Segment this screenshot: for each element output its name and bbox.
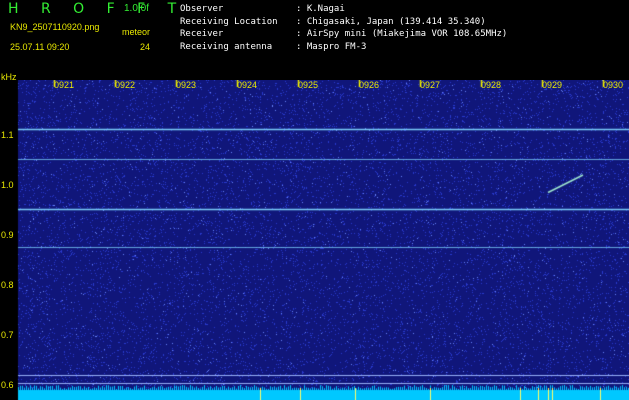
- time-label-0929: 0929: [541, 80, 563, 90]
- time-label-0923: 0923: [175, 80, 197, 90]
- freq-label-0.6: 0.6: [1, 380, 14, 390]
- freq-label-0.9: 0.9: [1, 230, 14, 240]
- file-name: KN9_2507110920.png: [10, 22, 100, 32]
- time-label-0926: 0926: [358, 80, 380, 90]
- time-label-0927: 0927: [419, 80, 441, 90]
- info-row-antenna: Receiving antenna: Maspro FM-3: [180, 41, 367, 52]
- timestamp-label: 25.07.11 09:20: [10, 42, 70, 52]
- time-label-0928: 0928: [480, 80, 502, 90]
- time-label-0930: 0930: [602, 80, 624, 90]
- meteor-count: 24: [140, 42, 151, 52]
- freq-label-0.7: 0.7: [1, 330, 14, 340]
- mode-label: meteor: [122, 27, 151, 37]
- header-panel: H R O F F T 1.0.0f KN9_2507110920.png me…: [0, 0, 629, 80]
- app-title: H R O F F T: [8, 1, 186, 17]
- freq-label-0.8: 0.8: [1, 280, 14, 290]
- time-label-0922: 0922: [114, 80, 136, 90]
- time-label-0924: 0924: [236, 80, 258, 90]
- info-row-observer: Observer: K.Nagai: [180, 4, 345, 14]
- freq-label-1.0: 1.0: [1, 180, 14, 190]
- time-label-0921: 0921: [53, 80, 75, 90]
- spectrogram-canvas: [0, 80, 629, 400]
- info-row-receiver: Receiver: AirSpy mini (Miakejima VOR 108…: [180, 29, 508, 39]
- info-row-location: Receiving Location: Chigasaki, Japan (13…: [180, 16, 486, 27]
- station-info: Observer: K.Nagai Receiving Location: Ch…: [180, 3, 507, 53]
- freq-label-1.1: 1.1: [1, 130, 14, 140]
- time-label-0925: 0925: [297, 80, 319, 90]
- version-label: 1.0.0f: [124, 3, 150, 14]
- frequency-unit-label: kHz: [1, 72, 17, 82]
